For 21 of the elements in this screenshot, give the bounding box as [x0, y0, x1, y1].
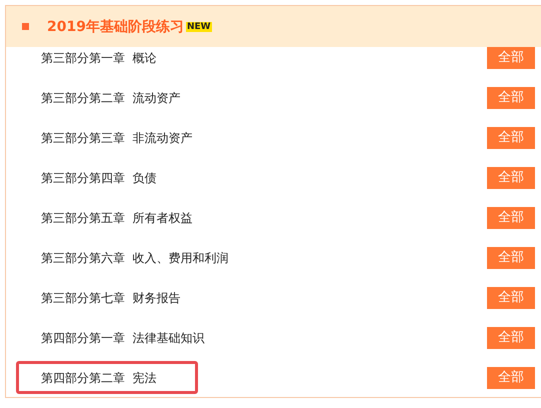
chapter-title: 第三部分第三章 非流动资产	[41, 130, 194, 146]
chapter-title: 第三部分第四章 负债	[41, 170, 158, 186]
all-button[interactable]: 全部	[487, 207, 535, 229]
all-button[interactable]: 全部	[487, 47, 535, 69]
all-button[interactable]: 全部	[487, 327, 535, 349]
all-button[interactable]: 全部	[487, 167, 535, 189]
chapter-title: 第四部分第二章 宪法	[41, 370, 158, 386]
section-title: 2019年基础阶段练习	[47, 18, 184, 36]
chapter-title: 第三部分第五章 所有者权益	[41, 210, 194, 226]
new-badge: NEW	[186, 22, 212, 32]
chapter-title: 第三部分第七章 财务报告	[41, 290, 182, 306]
all-button[interactable]: 全部	[487, 127, 535, 149]
all-button[interactable]: 全部	[487, 87, 535, 109]
chapter-title: 第三部分第二章 流动资产	[41, 90, 182, 106]
chapter-title: 第三部分第六章 收入、费用和利润	[41, 250, 230, 266]
chapter-title: 第三部分第一章 概论	[41, 50, 158, 66]
all-button[interactable]: 全部	[487, 287, 535, 309]
all-button[interactable]: 全部	[487, 367, 535, 389]
square-icon	[22, 23, 29, 30]
all-button[interactable]: 全部	[487, 247, 535, 269]
chapter-title: 第四部分第一章 法律基础知识	[41, 330, 206, 346]
